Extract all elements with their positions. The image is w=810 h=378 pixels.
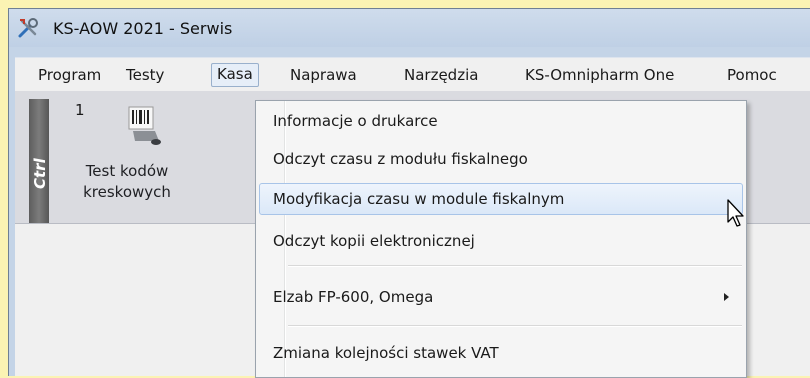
tile-number: 1 xyxy=(75,101,85,119)
menu-kasa[interactable]: Kasa xyxy=(211,63,259,87)
ctrl-tab[interactable]: Ctrl xyxy=(29,99,49,223)
tile-label-line-2: kreskowych xyxy=(83,183,171,201)
tools-icon xyxy=(18,18,38,38)
ctrl-label: Ctrl xyxy=(31,158,49,189)
menu-bar: Program Testy Kasa Naprawa Narzędzia KS-… xyxy=(15,57,810,92)
menu-item-elzab-label: Elzab FP-600, Omega xyxy=(273,288,434,306)
menu-item-read-electronic-copy[interactable]: Odczyt kopii elektronicznej xyxy=(259,225,743,257)
menu-narzedzia[interactable]: Narzędzia xyxy=(399,64,483,86)
tile-label: Test kodów kreskowych xyxy=(53,161,201,203)
shortcut-tile-barcode-test[interactable]: 1 Test kodów kreskowych xyxy=(53,99,201,223)
tile-label-line-1: Test kodów xyxy=(85,162,169,180)
menu-program[interactable]: Program xyxy=(33,64,106,86)
menu-naprawa[interactable]: Naprawa xyxy=(285,64,362,86)
menu-item-vat-order[interactable]: Zmiana kolejności stawek VAT xyxy=(259,337,743,369)
menu-item-read-fiscal-time[interactable]: Odczyt czasu z modułu fiskalnego xyxy=(259,143,743,175)
menu-item-modify-fiscal-time[interactable]: Modyfikacja czasu w module fiskalnym xyxy=(259,183,743,215)
menu-separator xyxy=(288,265,742,267)
menu-item-printer-info[interactable]: Informacje o drukarce xyxy=(259,105,743,137)
menu-testy[interactable]: Testy xyxy=(121,64,169,86)
menu-item-elzab-fp600[interactable]: Elzab FP-600, Omega xyxy=(259,281,743,313)
kasa-dropdown-menu: Informacje o drukarce Odczyt czasu z mod… xyxy=(255,100,747,378)
menu-ks-omnipharm-one[interactable]: KS-Omnipharm One xyxy=(520,64,679,86)
menu-separator xyxy=(288,325,742,327)
window-title: KS-AOW 2021 - Serwis xyxy=(53,19,233,38)
menu-pomoc[interactable]: Pomoc xyxy=(722,64,782,86)
mouse-cursor-icon xyxy=(727,199,744,227)
submenu-arrow-icon xyxy=(724,293,729,301)
title-bar[interactable]: KS-AOW 2021 - Serwis xyxy=(9,9,810,47)
barcode-scanner-icon xyxy=(128,106,161,145)
